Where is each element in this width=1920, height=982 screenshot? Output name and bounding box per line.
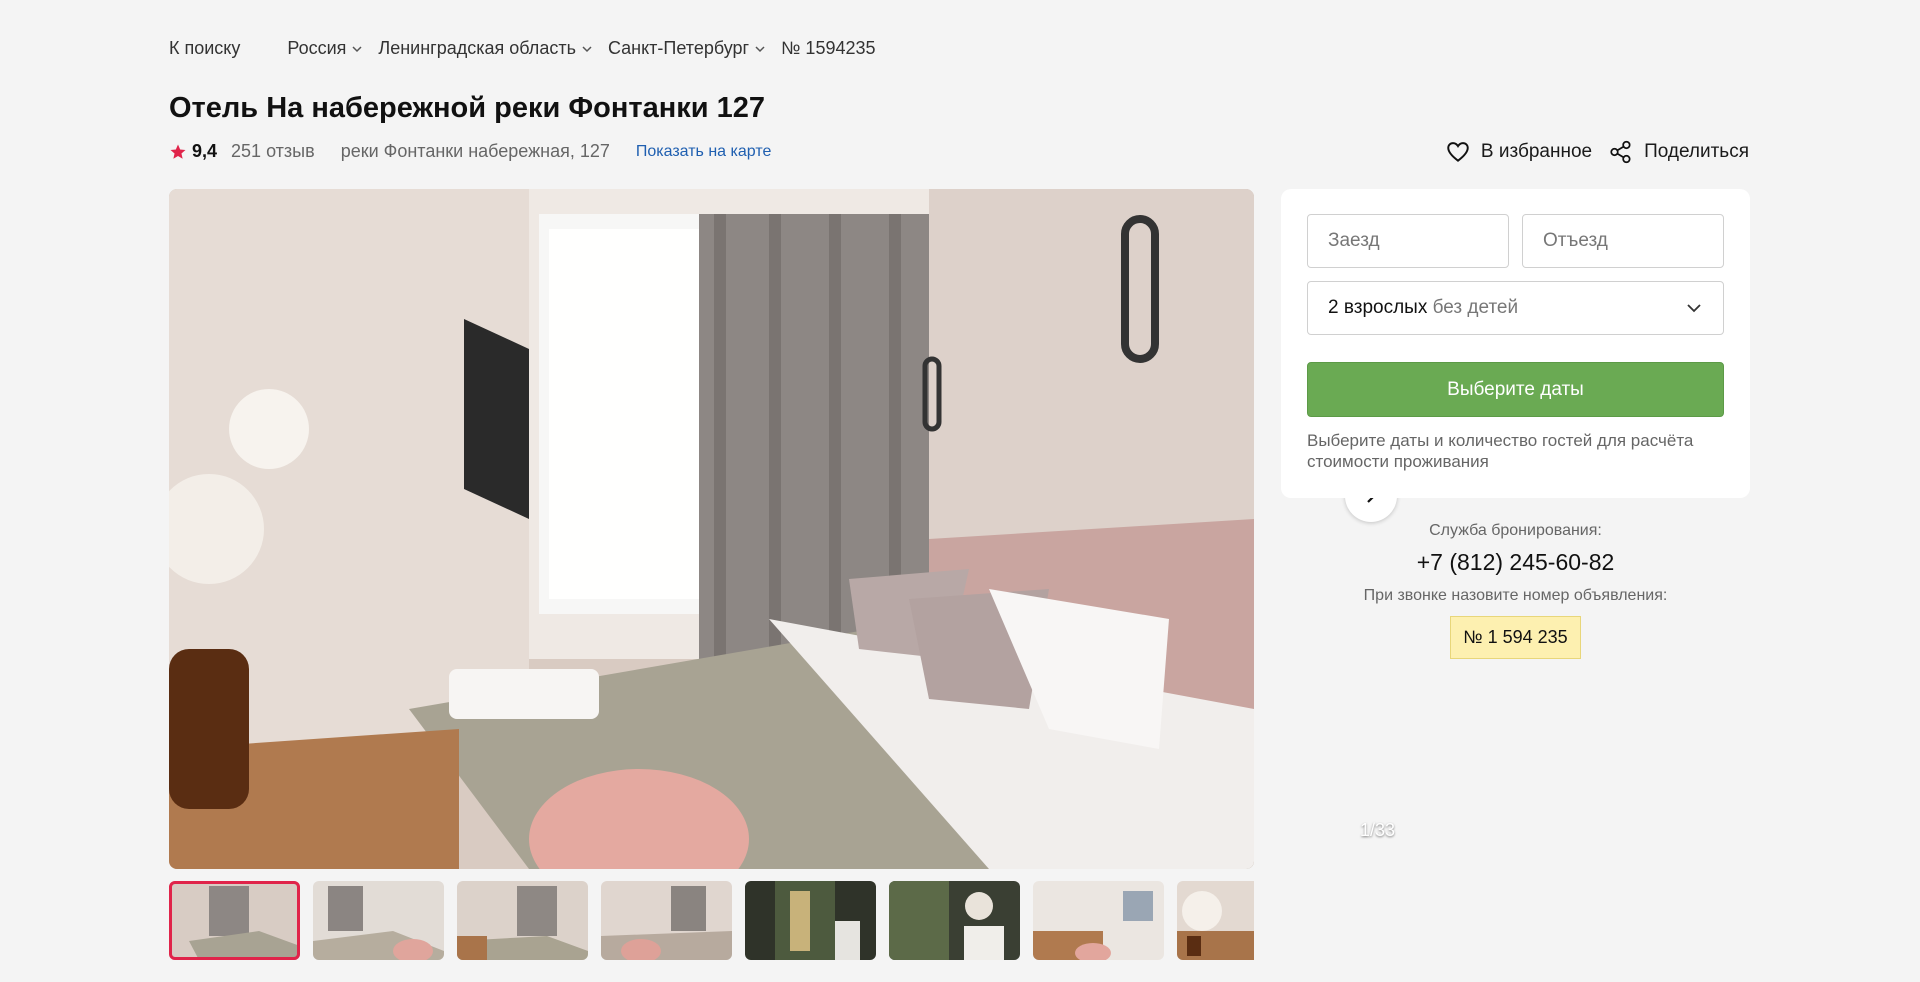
share-label: Поделиться: [1644, 141, 1749, 162]
service-phone[interactable]: +7 (812) 245-60-82: [1281, 549, 1750, 576]
listing-number-badge: № 1 594 235: [1450, 616, 1581, 659]
thumbnail[interactable]: [889, 881, 1020, 960]
guests-select[interactable]: 2 взрослых без детей: [1307, 281, 1724, 335]
chevron-down-icon: [1687, 304, 1701, 313]
share-icon: [1610, 140, 1631, 164]
reviews-link[interactable]: 251 отзыв: [231, 141, 315, 162]
breadcrumb-city[interactable]: Санкт-Петербург: [608, 38, 767, 59]
share-button[interactable]: Поделиться: [1608, 139, 1749, 165]
thumbnail[interactable]: [1033, 881, 1164, 960]
thumbnail-image: [457, 881, 588, 960]
call-hint: При звонке назовите номер объявления:: [1363, 587, 1668, 604]
gallery-counter: 1/33: [1360, 820, 1396, 840]
star-icon: [170, 144, 186, 159]
thumbnail-image: [169, 881, 300, 960]
thumbnail[interactable]: [1177, 881, 1254, 960]
chevron-down-icon: [352, 45, 362, 52]
favorite-label: В избранное: [1480, 141, 1593, 162]
breadcrumb-country-label: Россия: [287, 38, 347, 58]
thumbnail-image: [601, 881, 732, 960]
favorite-button[interactable]: В избранное: [1445, 139, 1592, 165]
thumbnail[interactable]: [745, 881, 876, 960]
thumbnail-image: [1033, 881, 1164, 960]
heart-icon: [1447, 142, 1469, 162]
hotel-room-photo: [169, 189, 1254, 869]
thumbnail-strip: [169, 881, 1254, 960]
thumbnail[interactable]: [601, 881, 732, 960]
thumbnail-image: [745, 881, 876, 960]
rating-value: 9,4: [192, 141, 218, 161]
page-title: Отель На набережной реки Фонтанки 127: [169, 92, 766, 124]
chevron-down-icon: [582, 45, 592, 52]
hotel-actions: В избранное Поделиться: [1445, 139, 1749, 165]
breadcrumb-country[interactable]: Россия: [287, 38, 364, 59]
chevron-down-icon: [755, 45, 765, 52]
guests-kids: без детей: [1432, 297, 1519, 318]
breadcrumb-region-label: Ленинградская область: [378, 38, 576, 58]
booking-service: Служба бронирования: +7 (812) 245-60-82 …: [1281, 522, 1750, 659]
hotel-meta: 9,4 251 отзыв реки Фонтанки набережная, …: [169, 141, 771, 162]
booking-hint: Выберите даты и количество гостей для ра…: [1307, 431, 1694, 471]
checkout-field[interactable]: Отъезд: [1522, 214, 1724, 268]
breadcrumb-region[interactable]: Ленинградская область: [378, 38, 594, 59]
thumbnail-image: [313, 881, 444, 960]
checkin-field[interactable]: Заезд: [1307, 214, 1509, 268]
photo-gallery[interactable]: [169, 189, 1254, 869]
date-fields: Заезд Отъезд: [1307, 214, 1724, 268]
thumbnail[interactable]: [169, 881, 300, 960]
back-to-search-link[interactable]: К поиску: [169, 38, 240, 59]
guests-adults: 2 взрослых: [1328, 297, 1428, 318]
guests-value: 2 взрослых без детей: [1328, 297, 1518, 319]
breadcrumb-city-label: Санкт-Петербург: [607, 38, 750, 58]
thumbnail-image: [1177, 881, 1254, 960]
breadcrumb-listing-number: № 1594235: [781, 38, 876, 58]
thumbnail-image: [889, 881, 1020, 960]
service-label: Служба бронирования:: [1429, 522, 1602, 539]
thumbnail[interactable]: [457, 881, 588, 960]
thumbnail[interactable]: [313, 881, 444, 960]
select-dates-button[interactable]: Выберите даты: [1307, 362, 1724, 417]
booking-panel: Заезд Отъезд 2 взрослых без детей Выбери…: [1281, 189, 1750, 498]
hotel-address: реки Фонтанки набережная, 127: [340, 141, 610, 161]
show-on-map-link[interactable]: Показать на карте: [636, 143, 771, 161]
breadcrumb: К поиску Россия Ленинградская область Са…: [169, 38, 876, 59]
